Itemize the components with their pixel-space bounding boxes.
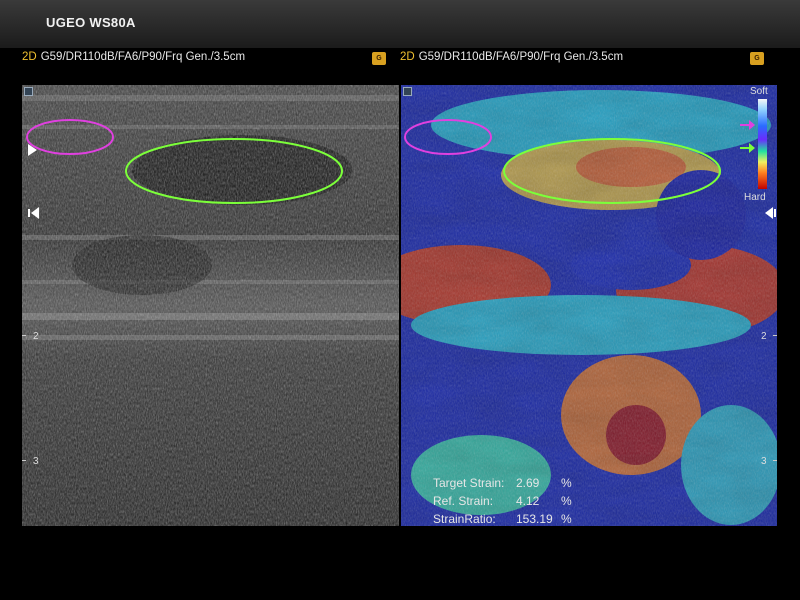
left-depth-3: 3 xyxy=(33,456,39,467)
strain-row-ratio: StrainRatio: 153.19 % xyxy=(433,512,572,526)
elastography-image-pane[interactable] xyxy=(401,85,777,526)
left-depth-2: 2 xyxy=(33,331,39,342)
right-depth-ticks xyxy=(773,335,777,461)
left-depth-ticks xyxy=(22,335,26,461)
elastography-image xyxy=(401,85,777,526)
bmode-image-pane[interactable] xyxy=(22,85,399,526)
right-params-text: G59/DR110dB/FA6/P90/Frq Gen./3.5cm xyxy=(418,51,624,63)
left-settings-icon[interactable]: G xyxy=(372,52,386,65)
target-arrow-icon xyxy=(740,143,755,153)
strain-label: StrainRatio: xyxy=(433,512,496,526)
bmode-image xyxy=(22,85,399,526)
left-params-bar: 2D G59/DR110dB/FA6/P90/Frq Gen./3.5cm xyxy=(22,51,245,63)
title-bar: UGEO WS80A xyxy=(0,0,800,48)
right-depth-2: 2 xyxy=(761,331,767,342)
strain-value: 153.19 xyxy=(516,512,553,526)
elasto-corner-icon xyxy=(403,87,412,96)
right-depth-3: 3 xyxy=(761,456,767,467)
strain-unit: % xyxy=(561,512,572,526)
strain-value: 4.12 xyxy=(516,494,540,508)
reference-arrow-icon xyxy=(740,120,755,130)
strain-row-target: Target Strain: 2.69 % xyxy=(433,476,572,490)
strain-unit: % xyxy=(561,476,572,490)
left-mode-tag: 2D xyxy=(22,51,37,63)
right-params-bar: 2D G59/DR110dB/FA6/P90/Frq Gen./3.5cm xyxy=(400,51,623,63)
device-title: UGEO WS80A xyxy=(46,15,136,30)
focus-marker-icon[interactable] xyxy=(28,144,38,156)
elasticity-colorbar xyxy=(758,99,767,189)
left-params-text: G59/DR110dB/FA6/P90/Frq Gen./3.5cm xyxy=(40,51,246,63)
colorbar-soft-label: Soft xyxy=(750,86,768,97)
strain-value: 2.69 xyxy=(516,476,540,490)
right-settings-icon[interactable]: G xyxy=(750,52,764,65)
strain-row-reference: Ref. Strain: 4.12 % xyxy=(433,494,572,508)
colorbar-hard-label: Hard xyxy=(744,192,766,203)
strain-unit: % xyxy=(561,494,572,508)
right-mode-tag: 2D xyxy=(400,51,415,63)
strain-label: Ref. Strain: xyxy=(433,494,494,508)
depth-marker-left-icon[interactable] xyxy=(28,207,40,219)
strain-label: Target Strain: xyxy=(433,476,505,490)
